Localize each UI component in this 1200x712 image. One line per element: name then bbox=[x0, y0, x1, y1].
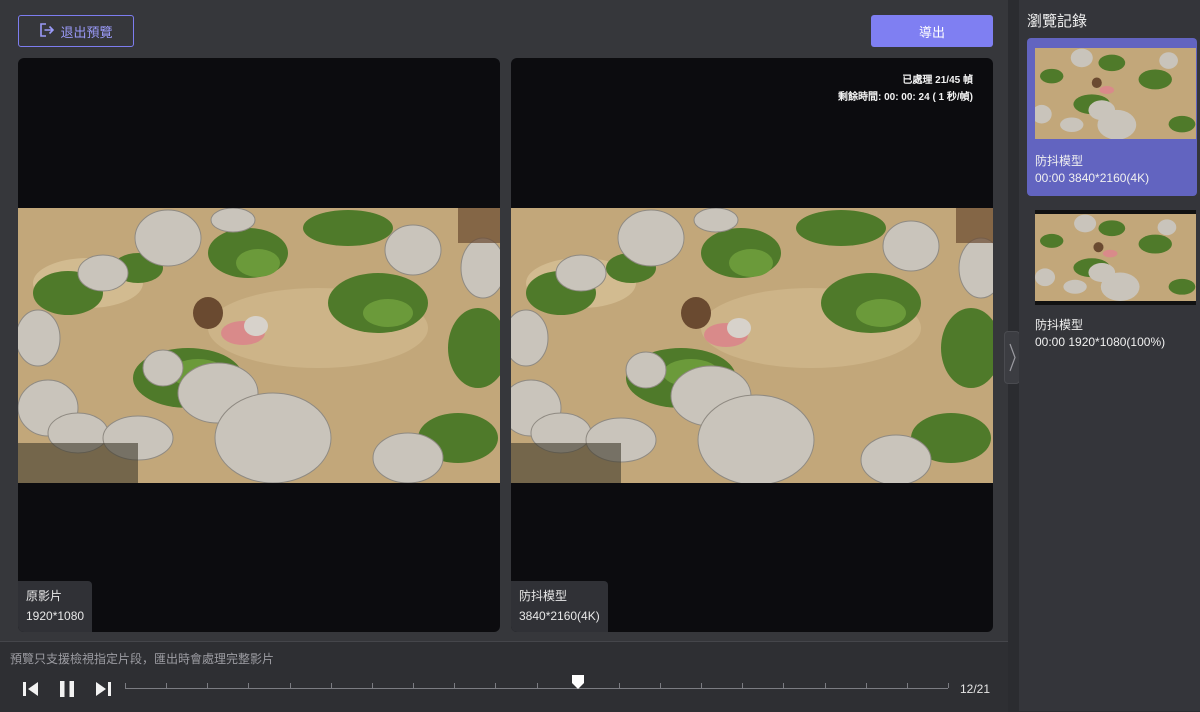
chevron-right-icon bbox=[1009, 343, 1016, 372]
history-item-meta: 00:00 3840*2160(4K) bbox=[1035, 171, 1150, 185]
pause-icon[interactable] bbox=[56, 678, 78, 700]
editor-panel: 退出預覽 導出 原影片 1920*1080 已處理 21/45 幀 剩餘時間: … bbox=[0, 0, 1008, 712]
playhead-icon[interactable] bbox=[571, 675, 584, 689]
processed-video-resolution: 3840*2160(4K) bbox=[519, 609, 600, 623]
original-video-resolution: 1920*1080 bbox=[26, 609, 85, 623]
original-video-label: 原影片 1920*1080 bbox=[18, 581, 93, 632]
processing-progress: 已處理 21/45 幀 剩餘時間: 00: 00: 24 ( 1 秒/幀) bbox=[838, 72, 973, 106]
preview-hint-text: 預覽只支援檢視指定片段，匯出時會處理完整影片 bbox=[10, 652, 275, 666]
history-sidebar: 瀏覽記錄 防抖模型 00:00 3840*2160(4K) 防抖模型 00:00… bbox=[1019, 0, 1200, 711]
export-button[interactable]: 導出 bbox=[871, 15, 993, 47]
history-thumbnail bbox=[1035, 210, 1196, 305]
exit-preview-button[interactable]: 退出預覽 bbox=[18, 15, 134, 47]
exit-icon bbox=[39, 22, 55, 40]
step-back-icon[interactable] bbox=[20, 678, 42, 700]
processed-video-title: 防抖模型 bbox=[519, 589, 568, 603]
processed-video-label: 防抖模型 3840*2160(4K) bbox=[511, 581, 608, 632]
step-forward-icon[interactable] bbox=[92, 678, 114, 700]
timeline-track bbox=[125, 688, 948, 689]
remaining-time-text: 剩餘時間: 00: 00: 24 ( 1 秒/幀) bbox=[837, 92, 973, 103]
history-item-meta: 00:00 1920*1080(100%) bbox=[1035, 335, 1166, 349]
processed-video-pane: 已處理 21/45 幀 剩餘時間: 00: 00: 24 ( 1 秒/幀) 防抖… bbox=[511, 58, 993, 632]
original-video-pane: 原影片 1920*1080 bbox=[18, 58, 500, 632]
history-item[interactable]: 防抖模型 00:00 3840*2160(4K) bbox=[1027, 38, 1197, 196]
playback-controls: 預覽只支援檢視指定片段，匯出時會處理完整影片 12/21 bbox=[0, 641, 1008, 712]
processed-frames-text: 已處理 21/45 幀 bbox=[902, 75, 973, 86]
frame-counter: 12/21 bbox=[960, 682, 991, 696]
history-item-name: 防抖模型 bbox=[1035, 154, 1084, 168]
history-item-name: 防抖模型 bbox=[1035, 318, 1084, 332]
original-video-frame bbox=[18, 208, 500, 483]
sidebar-collapse-handle[interactable] bbox=[1004, 331, 1020, 384]
processed-video-frame bbox=[511, 208, 993, 483]
history-item[interactable]: 防抖模型 00:00 1920*1080(100%) bbox=[1027, 202, 1197, 360]
timeline-scrubber[interactable] bbox=[125, 675, 949, 697]
original-video-title: 原影片 bbox=[26, 589, 63, 603]
history-title: 瀏覽記錄 bbox=[1027, 13, 1088, 30]
history-thumbnail bbox=[1035, 48, 1196, 139]
timeline-tick bbox=[948, 683, 949, 688]
exit-preview-label: 退出預覽 bbox=[60, 24, 113, 40]
